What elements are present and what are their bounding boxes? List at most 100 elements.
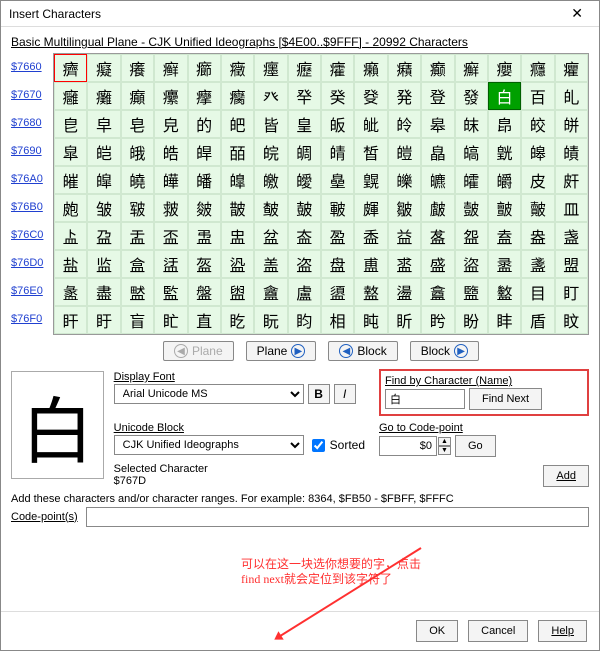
row-code[interactable]: $7680 — [11, 109, 53, 137]
char-cell[interactable]: 皜 — [455, 138, 488, 166]
char-cell[interactable]: 皐 — [54, 138, 87, 166]
row-code[interactable]: $76A0 — [11, 165, 53, 193]
char-cell[interactable]: 癳 — [154, 82, 187, 110]
char-cell[interactable]: 皪 — [388, 166, 421, 194]
char-cell[interactable]: 盷 — [288, 306, 321, 334]
char-cell[interactable]: 盏 — [555, 222, 588, 250]
char-cell[interactable]: 皈 — [321, 110, 354, 138]
char-cell[interactable]: 的 — [188, 110, 221, 138]
char-cell[interactable]: 盼 — [455, 306, 488, 334]
char-cell[interactable]: 皬 — [455, 166, 488, 194]
char-cell[interactable]: 益 — [388, 222, 421, 250]
char-cell[interactable]: 盂 — [121, 222, 154, 250]
char-cell[interactable]: 皿 — [555, 194, 588, 222]
char-cell[interactable]: 盘 — [321, 250, 354, 278]
char-cell[interactable]: 盡 — [87, 278, 120, 306]
char-cell[interactable]: 皳 — [154, 194, 187, 222]
row-code[interactable]: $76F0 — [11, 305, 53, 333]
row-code[interactable]: $7670 — [11, 81, 53, 109]
char-cell[interactable]: 癭 — [488, 54, 521, 82]
char-cell[interactable]: 癿 — [555, 82, 588, 110]
char-cell[interactable]: 盱 — [87, 306, 120, 334]
char-cell[interactable]: 盀 — [54, 222, 87, 250]
char-cell[interactable]: 白 — [488, 82, 521, 110]
char-cell[interactable]: 癫 — [421, 54, 454, 82]
char-cell[interactable]: 皽 — [488, 194, 521, 222]
char-cell[interactable]: 皱 — [87, 194, 120, 222]
char-cell[interactable]: 皫 — [421, 166, 454, 194]
char-cell[interactable]: 發 — [455, 82, 488, 110]
char-cell[interactable]: 癩 — [354, 54, 387, 82]
char-cell[interactable]: 皼 — [455, 194, 488, 222]
char-cell[interactable]: 皋 — [421, 110, 454, 138]
char-cell[interactable]: 皮 — [521, 166, 554, 194]
close-icon[interactable]: ✕ — [563, 5, 591, 22]
char-cell[interactable]: 盎 — [521, 222, 554, 250]
codepoint-input[interactable] — [379, 436, 437, 456]
char-cell[interactable]: 监 — [87, 250, 120, 278]
find-input[interactable] — [385, 389, 465, 409]
char-cell[interactable]: 盓 — [154, 250, 187, 278]
char-cell[interactable]: 皉 — [354, 110, 387, 138]
char-cell[interactable]: 皧 — [288, 166, 321, 194]
char-cell[interactable]: 癸 — [321, 82, 354, 110]
char-cell[interactable]: 盨 — [321, 278, 354, 306]
help-button[interactable]: Help — [538, 620, 587, 642]
char-cell[interactable]: 皚 — [388, 138, 421, 166]
char-cell[interactable]: 皍 — [488, 110, 521, 138]
char-cell[interactable]: 皖 — [254, 138, 287, 166]
char-cell[interactable]: 皹 — [354, 194, 387, 222]
char-cell[interactable]: 盐 — [54, 250, 87, 278]
char-cell[interactable]: 盠 — [54, 278, 87, 306]
char-cell[interactable]: 盶 — [254, 306, 287, 334]
char-cell[interactable]: 皙 — [354, 138, 387, 166]
char-cell[interactable]: 盰 — [54, 306, 87, 334]
char-cell[interactable]: 皗 — [288, 138, 321, 166]
char-cell[interactable]: 盪 — [388, 278, 421, 306]
char-cell[interactable]: 皎 — [521, 110, 554, 138]
spin-down-icon[interactable]: ▼ — [438, 446, 451, 455]
char-cell[interactable]: 癹 — [354, 82, 387, 110]
char-cell[interactable]: 目 — [521, 278, 554, 306]
ok-button[interactable]: OK — [416, 620, 458, 642]
unicode-block-select[interactable]: CJK Unified Ideographs — [114, 435, 304, 455]
row-code[interactable]: $7690 — [11, 137, 53, 165]
char-cell[interactable]: 盦 — [254, 278, 287, 306]
char-cell[interactable]: 盞 — [521, 250, 554, 278]
char-cell[interactable]: 盇 — [288, 222, 321, 250]
char-cell[interactable]: 癮 — [521, 54, 554, 82]
char-cell[interactable]: 皾 — [521, 194, 554, 222]
char-cell[interactable]: 皘 — [321, 138, 354, 166]
cancel-button[interactable]: Cancel — [468, 620, 528, 642]
char-cell[interactable]: 癯 — [555, 54, 588, 82]
char-cell[interactable]: 皸 — [321, 194, 354, 222]
char-cell[interactable]: 癬 — [455, 54, 488, 82]
char-cell[interactable]: 盈 — [321, 222, 354, 250]
char-cell[interactable]: 盖 — [254, 250, 287, 278]
spin-up-icon[interactable]: ▲ — [438, 437, 451, 446]
char-cell[interactable]: 盌 — [455, 222, 488, 250]
char-cell[interactable]: 直 — [188, 306, 221, 334]
char-cell[interactable]: 皞 — [521, 138, 554, 166]
char-cell[interactable]: 盍 — [488, 222, 521, 250]
char-cell[interactable]: 盝 — [488, 250, 521, 278]
char-cell[interactable]: 癰 — [54, 82, 87, 110]
char-cell[interactable]: 皨 — [321, 166, 354, 194]
char-cell[interactable]: 皥 — [221, 166, 254, 194]
char-cell[interactable]: 盧 — [288, 278, 321, 306]
char-cell[interactable]: 皂 — [121, 110, 154, 138]
row-code[interactable]: $76B0 — [11, 193, 53, 221]
char-cell[interactable]: 盆 — [254, 222, 287, 250]
char-cell[interactable]: 盃 — [154, 222, 187, 250]
block-prev-button[interactable]: ◀Block — [328, 341, 397, 361]
char-cell[interactable]: 盄 — [188, 222, 221, 250]
char-cell[interactable]: 皤 — [188, 166, 221, 194]
display-font-select[interactable]: Arial Unicode MS — [114, 384, 304, 404]
char-cell[interactable]: 皊 — [388, 110, 421, 138]
char-cell[interactable]: 盾 — [521, 306, 554, 334]
char-cell[interactable]: 皢 — [121, 166, 154, 194]
char-cell[interactable]: 皭 — [488, 166, 521, 194]
char-cell[interactable]: 癶 — [254, 82, 287, 110]
char-cell[interactable]: 盚 — [388, 250, 421, 278]
char-cell[interactable]: 皵 — [221, 194, 254, 222]
